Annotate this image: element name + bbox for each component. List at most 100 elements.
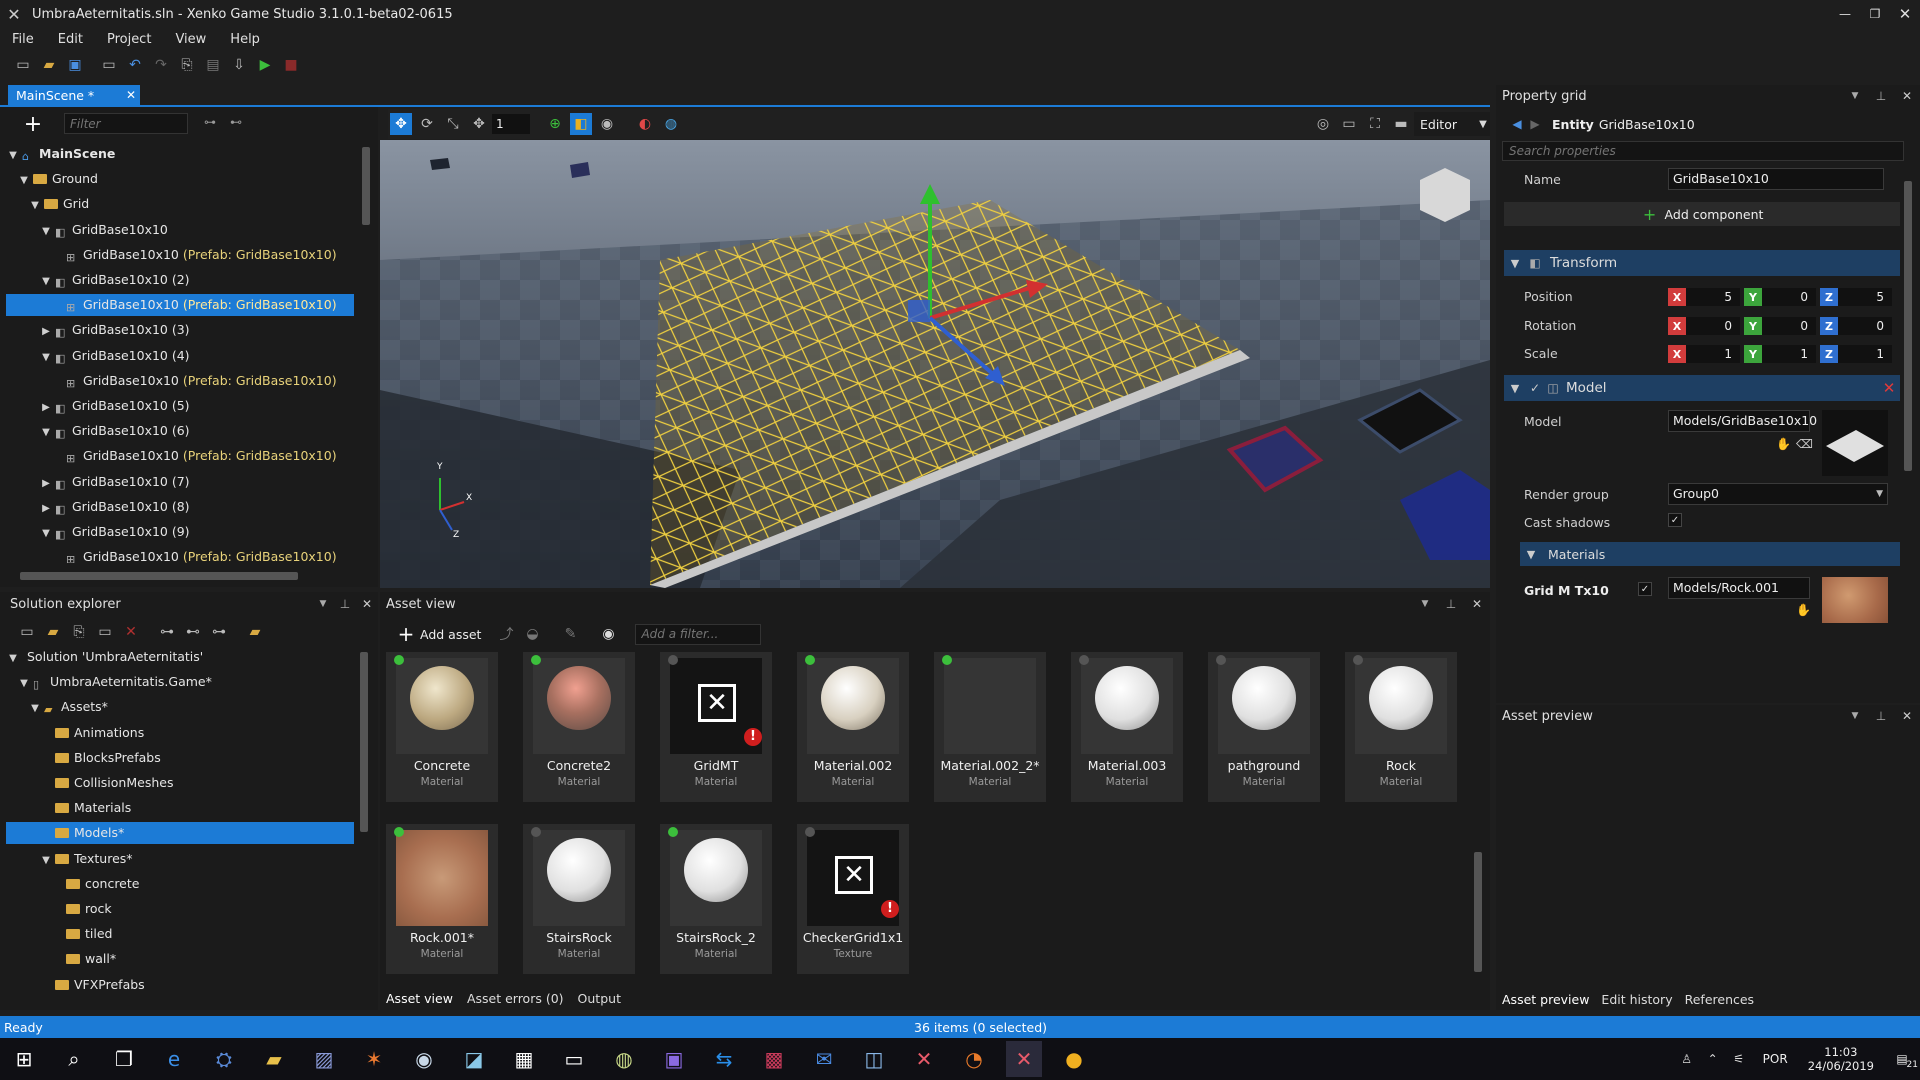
menu-view[interactable]: View (163, 32, 218, 47)
add-entity-icon[interactable]: + (22, 112, 44, 137)
paint-app-icon[interactable]: ▨ (306, 1041, 342, 1077)
view-icon[interactable]: ▭ (94, 621, 116, 643)
solution-tree-item[interactable]: VFXPrefabs (0, 974, 354, 996)
edge-icon[interactable]: e (156, 1041, 192, 1077)
world-space-icon[interactable]: ⊕ (544, 113, 566, 135)
focus-icon[interactable]: ◎ (1312, 113, 1334, 135)
tab-close-icon[interactable]: ✕ (122, 88, 140, 102)
scene-tree-item[interactable]: ▼ ◧ GridBase10x10 (6) (0, 420, 354, 442)
local-space-icon[interactable]: ◧ (570, 113, 592, 135)
notes-app-icon[interactable]: ◪ (456, 1041, 492, 1077)
search-icon[interactable]: ⌕ (56, 1041, 92, 1077)
tab-edit-history[interactable]: Edit history (1601, 992, 1672, 1007)
viewport-3d[interactable]: Y X Z (380, 140, 1490, 588)
blender-icon[interactable]: ◔ (956, 1041, 992, 1077)
scene-tree-item[interactable]: ▼ Ground (0, 168, 354, 190)
pg-close-icon[interactable]: ✕ (1894, 89, 1920, 103)
visibility-icon[interactable]: ◉ (596, 113, 618, 135)
notification-icon[interactable]: ▤ 21 (1884, 1052, 1920, 1070)
solution-tree-item[interactable]: CollisionMeshes (0, 772, 354, 794)
network-icon[interactable]: ⚟ (1725, 1052, 1753, 1066)
chevron-down-icon[interactable]: ▼ (28, 698, 42, 720)
bucket-icon[interactable]: ◒ (521, 623, 543, 645)
asset-tile[interactable]: ✕! CheckerGrid1x1 Texture (797, 824, 909, 974)
people-icon[interactable]: ♙ (1673, 1052, 1701, 1066)
scene-tree-item[interactable]: ▼ ◧ GridBase10x10 (0, 219, 354, 241)
package-icon[interactable]: ▤ (202, 54, 224, 76)
asset-tile[interactable]: Concrete2 Material (523, 652, 635, 802)
new-project-icon[interactable]: ▭ (12, 54, 34, 76)
add-folder-icon[interactable]: ▰ (42, 621, 64, 643)
deploy-icon[interactable]: ⇩ (228, 54, 250, 76)
asset-panel-menu-icon[interactable]: ▼ (1412, 599, 1438, 609)
locate-icon[interactable]: ▰ (244, 621, 266, 643)
render-group-select[interactable]: Group0 ▼ (1668, 483, 1888, 505)
asset-tile[interactable]: ✕! GridMT Material (660, 652, 772, 802)
outlook-icon[interactable]: ✉ (806, 1041, 842, 1077)
chevron-down-icon[interactable]: ▼ (39, 523, 53, 545)
ap-menu-icon[interactable]: ▼ (1842, 711, 1868, 721)
add-component-button[interactable]: + Add component (1504, 202, 1900, 226)
model-section-header[interactable]: ▼ ✓ ◫ Model ✕ (1504, 375, 1900, 401)
asset-tile[interactable]: Rock.001* Material (386, 824, 498, 974)
network-app-icon[interactable]: ⛭ (206, 1041, 242, 1077)
scene-tree-item[interactable]: ▼ ◧ GridBase10x10 (2) (0, 269, 354, 291)
tree-expand-icon[interactable]: ⊶ (156, 621, 178, 643)
scene-tree-item[interactable]: ▶ ◧ GridBase10x10 (5) (0, 395, 354, 417)
play-icon[interactable]: ▶ (254, 54, 276, 76)
globe-icon[interactable]: ◍ (660, 113, 682, 135)
solution-tree-item[interactable]: ▼ Solution 'UmbraAeternitatis' (0, 646, 354, 668)
scene-tree-item[interactable]: ⊞ GridBase10x10 (Prefab: GridBase10x10) (0, 244, 354, 266)
position-z-field[interactable]: 5 (1838, 288, 1892, 306)
solution-tree-item[interactable]: rock (0, 898, 354, 920)
chevron-down-icon[interactable]: ▼ (39, 221, 53, 243)
chevron-right-icon[interactable]: ▶ (39, 321, 53, 343)
scale-x-field[interactable]: 1 (1686, 345, 1740, 363)
solution-tree-item[interactable]: tiled (0, 923, 354, 945)
chevron-down-icon[interactable]: ▼ (28, 195, 42, 217)
chevron-right-icon[interactable]: ▶ (39, 473, 53, 495)
hand-pick-icon[interactable]: ✋ (1776, 437, 1791, 451)
ap-close-icon[interactable]: ✕ (1894, 709, 1920, 723)
maximize-icon[interactable]: ❐ (1860, 7, 1890, 21)
name-field[interactable]: GridBase10x10 (1668, 168, 1884, 190)
tab-asset-errors[interactable]: Asset errors (0) (467, 991, 564, 1006)
teamviewer-icon[interactable]: ⇆ (706, 1041, 742, 1077)
scene-tree-item[interactable]: ▶ ◧ GridBase10x10 (7) (0, 471, 354, 493)
solution-tree-item[interactable]: concrete (0, 873, 354, 895)
asset-tile[interactable]: Concrete Material (386, 652, 498, 802)
camera-settings-icon[interactable]: ▬ (1390, 113, 1412, 135)
menu-help[interactable]: Help (218, 32, 272, 47)
import-icon[interactable]: ⤴ (495, 623, 517, 645)
rotate-gizmo-icon[interactable]: ⟳ (416, 113, 438, 135)
tree-sort-icon[interactable]: ⊶ (208, 621, 230, 643)
menu-file[interactable]: File (0, 32, 46, 47)
xenko-launcher-icon[interactable]: ✕ (906, 1041, 942, 1077)
solution-tree-item[interactable]: ▼ ▰ Assets* (0, 696, 354, 718)
minimize-icon[interactable]: — (1830, 7, 1860, 21)
material-sphere-icon[interactable]: ◐ (634, 113, 656, 135)
rotation-y-field[interactable]: 0 (1762, 317, 1816, 335)
calculator-icon[interactable]: ▦ (506, 1041, 542, 1077)
close-icon[interactable]: ✕ (1890, 5, 1920, 23)
scene-tree-hscroll[interactable] (20, 572, 298, 580)
position-y-field[interactable]: 0 (1762, 288, 1816, 306)
menu-edit[interactable]: Edit (46, 32, 95, 47)
rotation-z-field[interactable]: 0 (1838, 317, 1892, 335)
menu-project[interactable]: Project (95, 32, 163, 47)
chevron-down-icon[interactable]: ▼ (6, 648, 20, 670)
globe-app-icon[interactable]: ◍ (606, 1041, 642, 1077)
scene-tree-item[interactable]: ▼ ⌂ MainScene (0, 143, 354, 165)
tab-references[interactable]: References (1685, 992, 1754, 1007)
position-x-field[interactable]: 5 (1686, 288, 1740, 306)
steam-icon[interactable]: ◉ (406, 1041, 442, 1077)
material-field[interactable]: Models/Rock.001 (1668, 577, 1810, 599)
solution-vscroll[interactable] (360, 652, 368, 832)
snap-value[interactable]: 1 (492, 114, 530, 134)
scene-tree-item[interactable]: ⊞ GridBase10x10 (Prefab: GridBase10x10) (6, 294, 354, 317)
asset-tile[interactable]: Rock Material (1345, 652, 1457, 802)
pg-vscroll[interactable] (1904, 181, 1912, 471)
asset-tile[interactable]: StairsRock Material (523, 824, 635, 974)
pg-menu-icon[interactable]: ▼ (1842, 91, 1868, 101)
material-hand-icon[interactable]: ✋ (1796, 603, 1811, 617)
